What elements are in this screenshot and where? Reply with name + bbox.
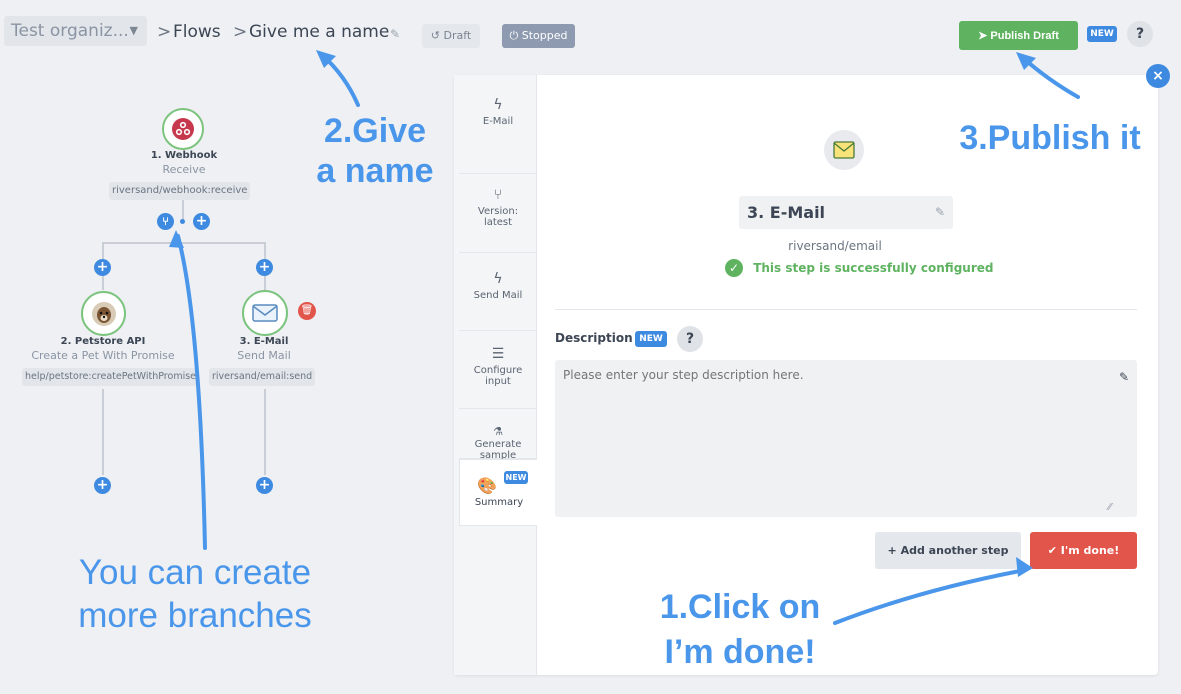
annotation-give-name: 2.Give a name — [316, 112, 434, 190]
arrowhead-icon — [169, 230, 184, 248]
arrowhead-icon — [1016, 557, 1033, 577]
annotation-publish: 3.Publish it — [959, 119, 1141, 157]
annotation-branches: You can create more branches — [78, 553, 312, 635]
arrow-branches — [176, 234, 207, 550]
annotation-click-done: 1.Click on I’m done! — [659, 588, 821, 671]
arrow-click-done — [833, 568, 1027, 625]
